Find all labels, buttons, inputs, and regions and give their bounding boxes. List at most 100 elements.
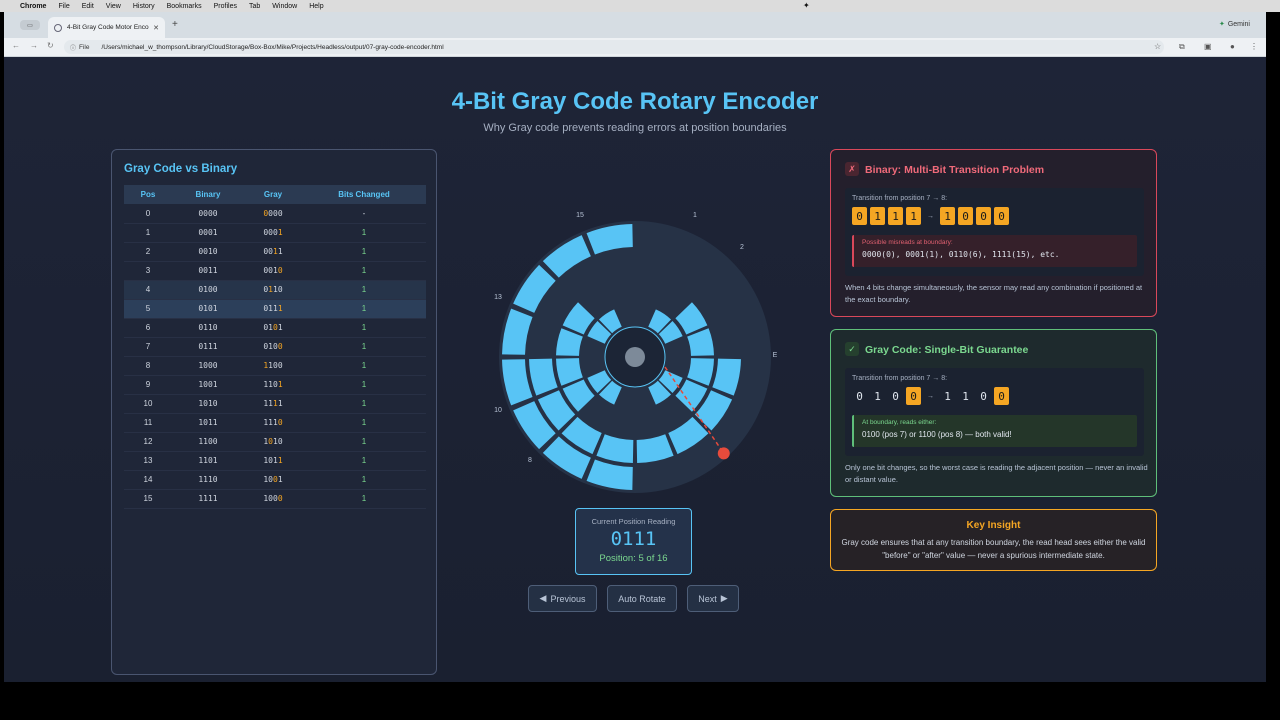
gray-vs-binary-panel: Gray Code vs Binary Pos Binary Gray Bits…: [111, 149, 437, 675]
info-icon[interactable]: ⓘ: [70, 43, 76, 52]
binary-cell: 0110: [172, 318, 244, 338]
table-row: 11 1011 1110 1: [124, 413, 426, 433]
table-row: 0 0000 0000-: [124, 204, 426, 224]
gray-cell: 0101: [244, 318, 302, 338]
gray-description: Only one bit changes, so the worst case …: [845, 463, 1148, 484]
profile-avatar-icon[interactable]: ●: [1230, 42, 1235, 51]
gemini-icon: ✦: [1218, 21, 1225, 28]
bits-changed-cell: 1: [302, 261, 426, 281]
to-bit-box: 1: [944, 389, 951, 403]
gray-panel-title: Gray Code: Single-Bit Guarantee: [865, 344, 1029, 356]
binary-cell: 0100: [172, 280, 244, 300]
from-bit-box: 0: [906, 387, 921, 405]
bookmark-star-icon[interactable]: ☆: [1154, 42, 1161, 51]
macos-menu-bar: Chrome File Edit View History Bookmarks …: [0, 0, 1280, 12]
gray-bit: 0: [277, 266, 283, 275]
to-bit-box: 1: [962, 389, 969, 403]
menu-history[interactable]: History: [133, 3, 155, 10]
binary-cell: 0010: [172, 242, 244, 262]
insight-title: Key Insight: [966, 520, 1021, 531]
sidebar-icon[interactable]: ▣: [1204, 42, 1212, 51]
bits-changed-cell: 1: [302, 413, 426, 433]
previous-button[interactable]: ◀ Previous: [528, 585, 597, 612]
table-row: 6 0110 0101 1: [124, 318, 426, 338]
tab-strip: ▭ 4-Bit Gray Code Motor Enco ✕ + ✦ Gemini: [4, 12, 1266, 38]
tab-active[interactable]: 4-Bit Gray Code Motor Enco ✕: [48, 17, 165, 38]
reload-icon[interactable]: ↻: [47, 41, 54, 50]
close-tab-icon[interactable]: ✕: [153, 24, 159, 32]
bits-changed-cell: 1: [302, 394, 426, 414]
sparkle-icon: ✦: [803, 1, 810, 10]
next-button[interactable]: Next ▶: [687, 585, 739, 612]
gray-cell: 1011: [244, 451, 302, 471]
gray-bit: 0: [277, 342, 283, 351]
pos-cell: 14: [124, 470, 172, 490]
encoder-position-label: E: [773, 352, 778, 359]
menu-edit[interactable]: Edit: [82, 3, 94, 10]
tab-search-icon[interactable]: ▭: [20, 20, 40, 30]
pos-cell: 13: [124, 451, 172, 471]
misread-title: Possible misreads at boundary:: [862, 239, 953, 246]
table-header-row: Pos Binary Gray Bits Changed: [124, 185, 426, 204]
menu-app-name[interactable]: Chrome: [20, 3, 46, 10]
forward-icon[interactable]: →: [30, 41, 38, 50]
reading-value: 0111: [610, 528, 657, 550]
gray-cell: 0111: [244, 299, 302, 319]
col-bits-changed: Bits Changed: [302, 185, 426, 204]
gray-cell: 0010: [244, 261, 302, 281]
gray-bit: 0: [277, 494, 283, 503]
menu-window[interactable]: Window: [272, 3, 297, 10]
misread-note: Possible misreads at boundary: 0000(0), …: [852, 235, 1137, 267]
to-bit-box: 0: [980, 389, 987, 403]
binary-cell: 1111: [172, 489, 244, 509]
binary-cell: 0001: [172, 223, 244, 243]
menu-file[interactable]: File: [58, 3, 69, 10]
gray-cell: 0000: [244, 204, 302, 224]
pos-cell: 10: [124, 394, 172, 414]
binary-problem-panel: ✗ Binary: Multi-Bit Transition Problem T…: [830, 149, 1157, 317]
new-tab-icon[interactable]: +: [172, 19, 178, 30]
url-field[interactable]: ⓘ File /Users/michael_w_thompson/Library…: [64, 40, 1164, 54]
encoder-position-label: 10: [494, 407, 502, 414]
to-bit-box: 0: [958, 207, 973, 225]
gray-bit: 1: [277, 247, 283, 256]
table-row: 15 1111 1000 1: [124, 489, 426, 509]
menu-bookmarks[interactable]: Bookmarks: [167, 3, 202, 10]
gemini-label: Gemini: [1227, 21, 1250, 28]
url-text: /Users/michael_w_thompson/Library/CloudS…: [101, 43, 444, 51]
gray-transition-label: Transition from position 7 → 8:: [852, 375, 948, 382]
check-icon: ✓: [845, 342, 859, 356]
pos-cell: 3: [124, 261, 172, 281]
to-bit-box: 0: [994, 387, 1009, 405]
gray-bit: 1: [277, 323, 283, 332]
encoder-axle: [625, 347, 645, 367]
gray-bit: 1: [277, 228, 283, 237]
extensions-icon[interactable]: ⧉: [1179, 42, 1185, 52]
menu-view[interactable]: View: [106, 3, 121, 10]
bits-changed-cell: 1: [302, 280, 426, 300]
bits-changed-cell: 1: [302, 242, 426, 262]
table-row: 3 0011 0010 1: [124, 261, 426, 281]
more-menu-icon[interactable]: ⋮: [1250, 42, 1258, 51]
gray-cell: 0100: [244, 337, 302, 357]
menu-help[interactable]: Help: [309, 3, 323, 10]
table-row: 4 0100 0110 1: [124, 280, 426, 300]
menu-tab[interactable]: Tab: [249, 3, 260, 10]
gemini-button[interactable]: ✦ Gemini: [1219, 20, 1250, 28]
page-subtitle: Why Gray code prevents reading errors at…: [483, 122, 787, 134]
col-binary: Binary: [172, 185, 244, 204]
gray-bit: 1: [277, 399, 283, 408]
table-heading: Gray Code vs Binary: [124, 163, 238, 175]
encoder-position-label: 8: [528, 457, 532, 464]
from-bit-box: 1: [874, 389, 881, 403]
gray-cell: 1100: [244, 356, 302, 376]
auto-rotate-button[interactable]: Auto Rotate: [607, 585, 677, 612]
url-scheme-label: File: [79, 43, 90, 51]
col-gray: Gray: [244, 185, 302, 204]
gray-cell: 1010: [244, 432, 302, 452]
table-row: 14 1110 1001 1: [124, 470, 426, 490]
menu-profiles[interactable]: Profiles: [214, 3, 237, 10]
pos-cell: 0: [124, 204, 172, 224]
back-icon[interactable]: ←: [12, 41, 20, 50]
bits-changed-cell: 1: [302, 451, 426, 471]
